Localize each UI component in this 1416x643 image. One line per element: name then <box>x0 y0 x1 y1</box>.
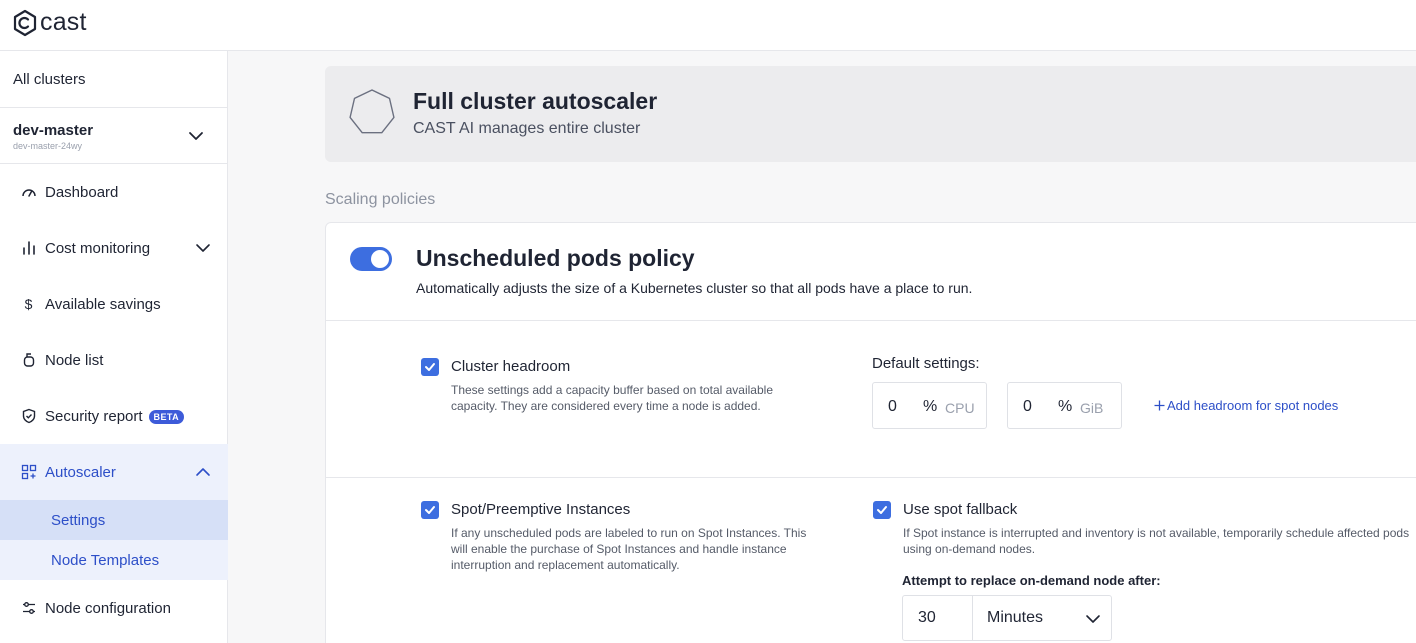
sidebar-subitem-settings[interactable]: Settings <box>0 500 228 540</box>
sidebar-item-cost-monitoring[interactable]: Cost monitoring <box>0 228 228 268</box>
add-spot-headroom-link[interactable]: Add headroom for spot nodes <box>1154 398 1338 413</box>
replace-after-unit: Minutes <box>987 609 1044 626</box>
section-label: Scaling policies <box>325 191 436 208</box>
policy-title: Unscheduled pods policy <box>416 245 695 271</box>
percent-sign: % <box>923 398 938 415</box>
sidebar-item-label: Security report <box>45 407 143 425</box>
memory-unit: GiB <box>1080 400 1104 416</box>
sidebar-item-node-configuration[interactable]: Node configuration <box>0 588 228 628</box>
heptagon-icon <box>349 89 395 134</box>
spot-fallback-title: Use spot fallback <box>903 501 1018 518</box>
sidebar-item-label: Node configuration <box>45 599 171 617</box>
sliders-icon <box>20 600 37 617</box>
shield-icon <box>20 408 37 425</box>
sidebar-item-available-savings[interactable]: $ Available savings <box>0 284 228 324</box>
mode-title: Full cluster autoscaler <box>413 88 658 114</box>
cast-logo[interactable]: cast <box>12 8 87 37</box>
percent-sign: % <box>1058 398 1073 415</box>
sidebar-item-autoscaler[interactable]: Autoscaler <box>0 444 228 500</box>
spot-fallback-checkbox[interactable] <box>873 501 891 519</box>
all-clusters-link[interactable]: All clusters <box>0 51 228 108</box>
sidebar-item-dashboard[interactable]: Dashboard <box>0 172 228 212</box>
sidebar-item-security-report[interactable]: Security report BETA <box>0 396 228 436</box>
sidebar-item-label-wrap: Security report BETA <box>45 408 184 425</box>
memory-headroom-value: 0 <box>1023 398 1032 415</box>
toggle-knob <box>371 250 389 268</box>
add-spot-headroom-label: Add headroom for spot nodes <box>1167 398 1339 413</box>
spot-checkbox[interactable] <box>421 501 439 519</box>
replace-after-input[interactable]: 30 <box>903 596 973 640</box>
sidebar-item-label: Autoscaler <box>45 463 116 481</box>
chevron-up-icon <box>196 468 210 476</box>
replace-after-label: Attempt to replace on-demand node after: <box>902 573 1161 588</box>
default-settings-label: Default settings: <box>872 355 980 372</box>
beta-badge: BETA <box>148 409 184 424</box>
gauge-icon <box>20 184 37 201</box>
spot-row: Spot/Preemptive Instances If any unsched… <box>326 478 1416 643</box>
node-icon <box>20 352 37 369</box>
policy-header: Unscheduled pods policy Automatically ad… <box>326 223 1416 321</box>
cpu-headroom-input[interactable]: 0 % CPU <box>872 382 987 429</box>
headroom-title: Cluster headroom <box>451 358 571 375</box>
sidebar-item-label: Available savings <box>45 295 161 313</box>
autoscaler-mode-card: Full cluster autoscaler CAST AI manages … <box>325 66 1416 162</box>
cpu-unit: CPU <box>945 400 975 416</box>
chevron-down-icon <box>189 132 203 140</box>
cluster-selector[interactable]: dev-master dev-master-24wy <box>0 108 228 164</box>
bar-chart-icon <box>20 240 37 257</box>
spot-description: If any unscheduled pods are labeled to r… <box>451 526 807 572</box>
check-icon <box>877 506 887 514</box>
check-icon <box>425 363 435 371</box>
sidebar-item-node-list[interactable]: Node list <box>0 340 228 380</box>
headroom-row: Cluster headroom These settings add a ca… <box>326 321 1416 478</box>
cluster-id: dev-master-24wy <box>13 141 83 151</box>
headroom-description: These settings add a capacity buffer bas… <box>451 383 773 413</box>
headroom-checkbox[interactable] <box>421 358 439 376</box>
logo-text: cast <box>40 8 87 36</box>
grid-icon <box>20 464 37 481</box>
spot-fallback-description: If Spot instance is interrupted and inve… <box>903 526 1410 556</box>
main-content: Full cluster autoscaler CAST AI manages … <box>229 51 1416 643</box>
cast-logo-icon <box>13 9 37 36</box>
sidebar-item-label: Cost monitoring <box>45 239 151 257</box>
sidebar-item-label: Dashboard <box>45 183 119 201</box>
mode-subtitle: CAST AI manages entire cluster <box>413 120 641 137</box>
cpu-headroom-value: 0 <box>888 398 897 415</box>
replace-after-control: 30 Minutes <box>902 595 1112 641</box>
dollar-icon: $ <box>24 296 33 312</box>
policy-description: Automatically adjusts the size of a Kube… <box>416 280 973 296</box>
plus-icon <box>1154 400 1165 411</box>
top-bar: cast <box>0 0 1416 51</box>
chevron-down-icon <box>196 244 210 252</box>
cluster-name: dev-master <box>13 122 94 139</box>
policy-toggle[interactable] <box>350 247 392 271</box>
sidebar-item-label: Node list <box>45 351 104 369</box>
check-icon <box>425 506 435 514</box>
chevron-down-icon <box>1086 615 1100 623</box>
unscheduled-pods-policy-card: Unscheduled pods policy Automatically ad… <box>325 222 1416 643</box>
spot-title: Spot/Preemptive Instances <box>451 501 631 518</box>
memory-headroom-input[interactable]: 0 % GiB <box>1007 382 1122 429</box>
sidebar: All clusters dev-master dev-master-24wy … <box>0 51 228 643</box>
sidebar-subitem-node-templates[interactable]: Node Templates <box>0 540 228 580</box>
